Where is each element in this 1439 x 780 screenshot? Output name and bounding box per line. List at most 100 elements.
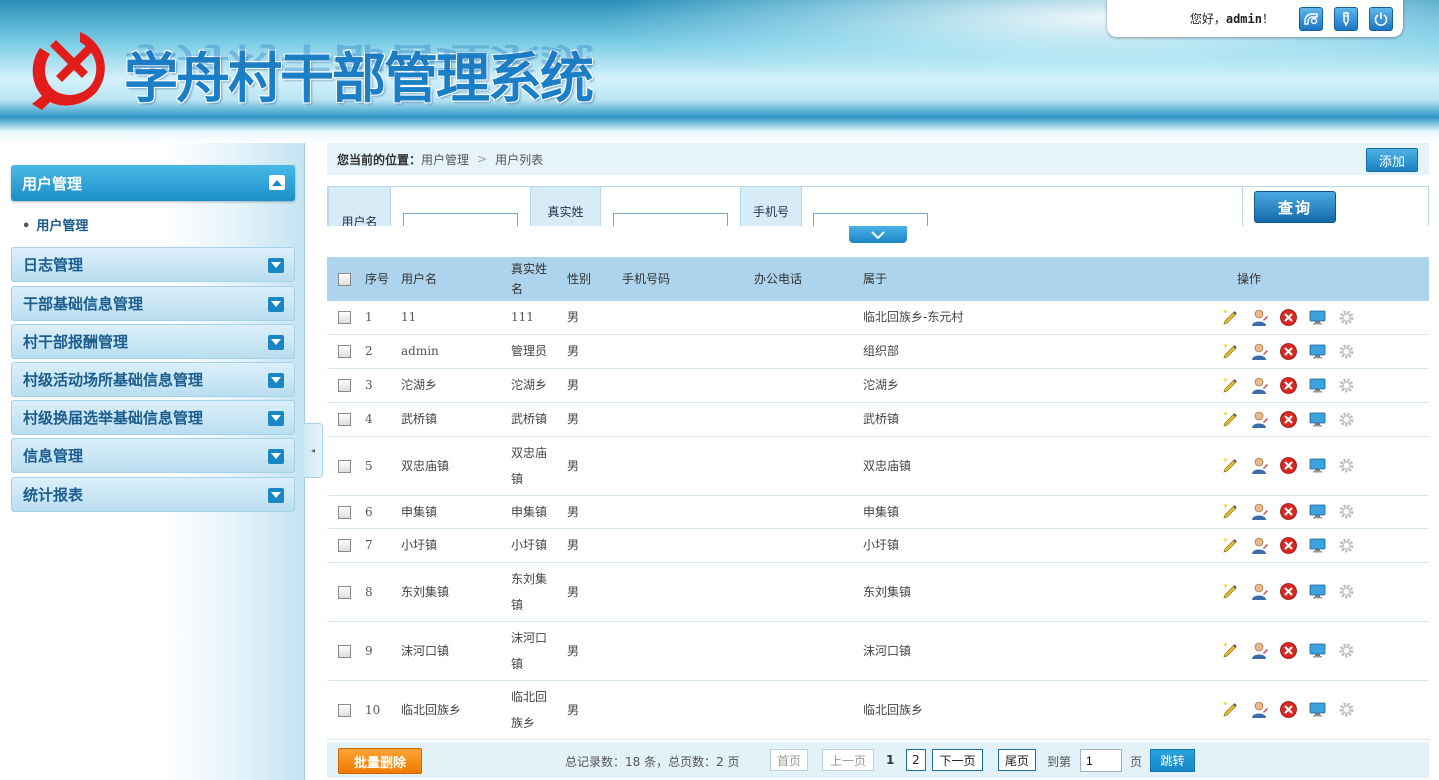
table-row[interactable]: 6 申集镇 申集镇男申集镇 [327, 495, 1429, 529]
batch-delete-button[interactable]: 批量删除 [338, 748, 422, 774]
table-row[interactable]: 10 临北回族乡 临北回族乡男临北回族乡 [327, 680, 1429, 740]
row-checkbox[interactable] [338, 703, 351, 717]
gear-icon[interactable] [1337, 308, 1356, 327]
row-checkbox[interactable] [338, 379, 351, 392]
edit-icon[interactable] [1221, 536, 1240, 555]
home-button[interactable] [1299, 6, 1323, 31]
table-row[interactable]: 3 沱湖乡 沱湖乡男沱湖乡 [327, 368, 1429, 403]
row-checkbox[interactable] [338, 311, 351, 325]
jump-button[interactable]: 跳转 [1150, 749, 1195, 772]
user-role-icon[interactable] [1250, 641, 1269, 660]
gear-icon[interactable] [1337, 376, 1356, 395]
table-row[interactable]: 1 11 111 男临北回族乡-东元村 [327, 301, 1429, 335]
table-row[interactable]: 7 小圩镇 小圩镇男小圩镇 [327, 528, 1429, 563]
user-role-icon[interactable] [1250, 536, 1269, 555]
table-row[interactable]: 4 武桥镇 武桥镇男武桥镇 [327, 402, 1429, 437]
delete-icon[interactable] [1279, 456, 1298, 475]
page-2-button[interactable]: 2 [906, 749, 926, 771]
gear-icon[interactable] [1337, 456, 1356, 475]
sidebar-menu-statistics[interactable]: 统计报表 [11, 477, 295, 512]
gear-icon[interactable] [1337, 410, 1356, 429]
monitor-icon[interactable] [1308, 641, 1327, 660]
delete-icon[interactable] [1279, 308, 1298, 327]
row-checkbox[interactable] [338, 459, 351, 473]
table-row[interactable]: 9 沫河口镇 沫河口镇男沫河口镇 [327, 621, 1429, 681]
edit-icon[interactable] [1221, 342, 1240, 361]
user-role-icon[interactable] [1250, 456, 1269, 475]
table-row[interactable]: 2 admin 管理员男 组织部 [327, 334, 1429, 369]
phone-input[interactable] [813, 213, 928, 226]
table-row[interactable]: 8 东刘集镇 东刘集镇男东刘集镇 [327, 562, 1429, 622]
monitor-icon[interactable] [1308, 410, 1327, 429]
user-role-icon[interactable] [1250, 502, 1269, 521]
monitor-icon[interactable] [1308, 536, 1327, 555]
username-input[interactable] [403, 213, 518, 226]
edit-icon[interactable] [1221, 410, 1240, 429]
edit-icon[interactable] [1221, 376, 1240, 395]
page-1[interactable]: 1 [886, 753, 894, 767]
sidebar-menu-user-management[interactable]: 用户管理 [11, 165, 295, 201]
sidebar-menu-cadre-salary[interactable]: 村干部报酬管理 [11, 324, 295, 359]
monitor-icon[interactable] [1308, 502, 1327, 521]
gear-icon[interactable] [1337, 536, 1356, 555]
edit-icon[interactable] [1221, 700, 1240, 719]
realname-input[interactable] [613, 213, 728, 226]
expand-search-button[interactable] [849, 226, 907, 243]
monitor-icon[interactable] [1308, 700, 1327, 719]
delete-icon[interactable] [1279, 582, 1298, 601]
edit-icon[interactable] [1221, 582, 1240, 601]
logout-button[interactable] [1369, 6, 1393, 31]
edit-profile-button[interactable] [1334, 6, 1358, 31]
prev-page-button[interactable]: 上一页 [822, 749, 874, 771]
next-page-button[interactable]: 下一页 [932, 749, 983, 771]
monitor-icon[interactable] [1308, 456, 1327, 475]
first-page-button[interactable]: 首页 [770, 749, 808, 771]
table-row[interactable]: 5 双忠庙镇 双忠庙镇男双忠庙镇 [327, 436, 1429, 496]
monitor-icon[interactable] [1308, 308, 1327, 327]
user-role-icon[interactable] [1250, 582, 1269, 601]
delete-icon[interactable] [1279, 376, 1298, 395]
sidebar-menu-activity-venue[interactable]: 村级活动场所基础信息管理 [11, 362, 295, 397]
monitor-icon[interactable] [1308, 376, 1327, 395]
select-all-checkbox[interactable] [338, 273, 351, 286]
monitor-icon[interactable] [1308, 582, 1327, 601]
goto-page-input[interactable] [1080, 749, 1122, 772]
sidebar-menu-info-management[interactable]: 信息管理 [11, 438, 295, 473]
row-checkbox[interactable] [338, 505, 351, 519]
gear-icon[interactable] [1337, 641, 1356, 660]
user-role-icon[interactable] [1250, 308, 1269, 327]
query-button[interactable]: 查询 [1254, 191, 1336, 223]
sidebar-menu-cadre-basic-info[interactable]: 干部基础信息管理 [11, 286, 295, 321]
gear-icon[interactable] [1337, 700, 1356, 719]
delete-icon[interactable] [1279, 641, 1298, 660]
user-role-icon[interactable] [1250, 376, 1269, 395]
user-role-icon[interactable] [1250, 410, 1269, 429]
delete-icon[interactable] [1279, 502, 1298, 521]
row-checkbox[interactable] [338, 644, 351, 658]
sidebar-menu-election-info[interactable]: 村级换届选举基础信息管理 [11, 400, 295, 435]
row-checkbox[interactable] [338, 413, 351, 426]
delete-icon[interactable] [1279, 536, 1298, 555]
user-role-icon[interactable] [1250, 342, 1269, 361]
monitor-icon[interactable] [1308, 342, 1327, 361]
breadcrumb-item-user-management[interactable]: 用户管理 [421, 151, 469, 168]
row-checkbox[interactable] [338, 539, 351, 552]
delete-icon[interactable] [1279, 410, 1298, 429]
delete-icon[interactable] [1279, 342, 1298, 361]
sidebar-menu-log-management[interactable]: 日志管理 [11, 247, 295, 282]
edit-icon[interactable] [1221, 502, 1240, 521]
edit-icon[interactable] [1221, 308, 1240, 327]
edit-icon[interactable] [1221, 456, 1240, 475]
row-checkbox[interactable] [338, 345, 351, 358]
sidebar-subitem-user-management[interactable]: • 用户管理 [22, 215, 88, 234]
sidebar-collapse-handle[interactable]: ◂ [304, 423, 323, 478]
add-button[interactable]: 添加 [1366, 148, 1418, 172]
row-checkbox[interactable] [338, 585, 351, 599]
gear-icon[interactable] [1337, 502, 1356, 521]
user-role-icon[interactable] [1250, 700, 1269, 719]
edit-icon[interactable] [1221, 641, 1240, 660]
last-page-button[interactable]: 尾页 [998, 749, 1036, 771]
gear-icon[interactable] [1337, 582, 1356, 601]
delete-icon[interactable] [1279, 700, 1298, 719]
gear-icon[interactable] [1337, 342, 1356, 361]
